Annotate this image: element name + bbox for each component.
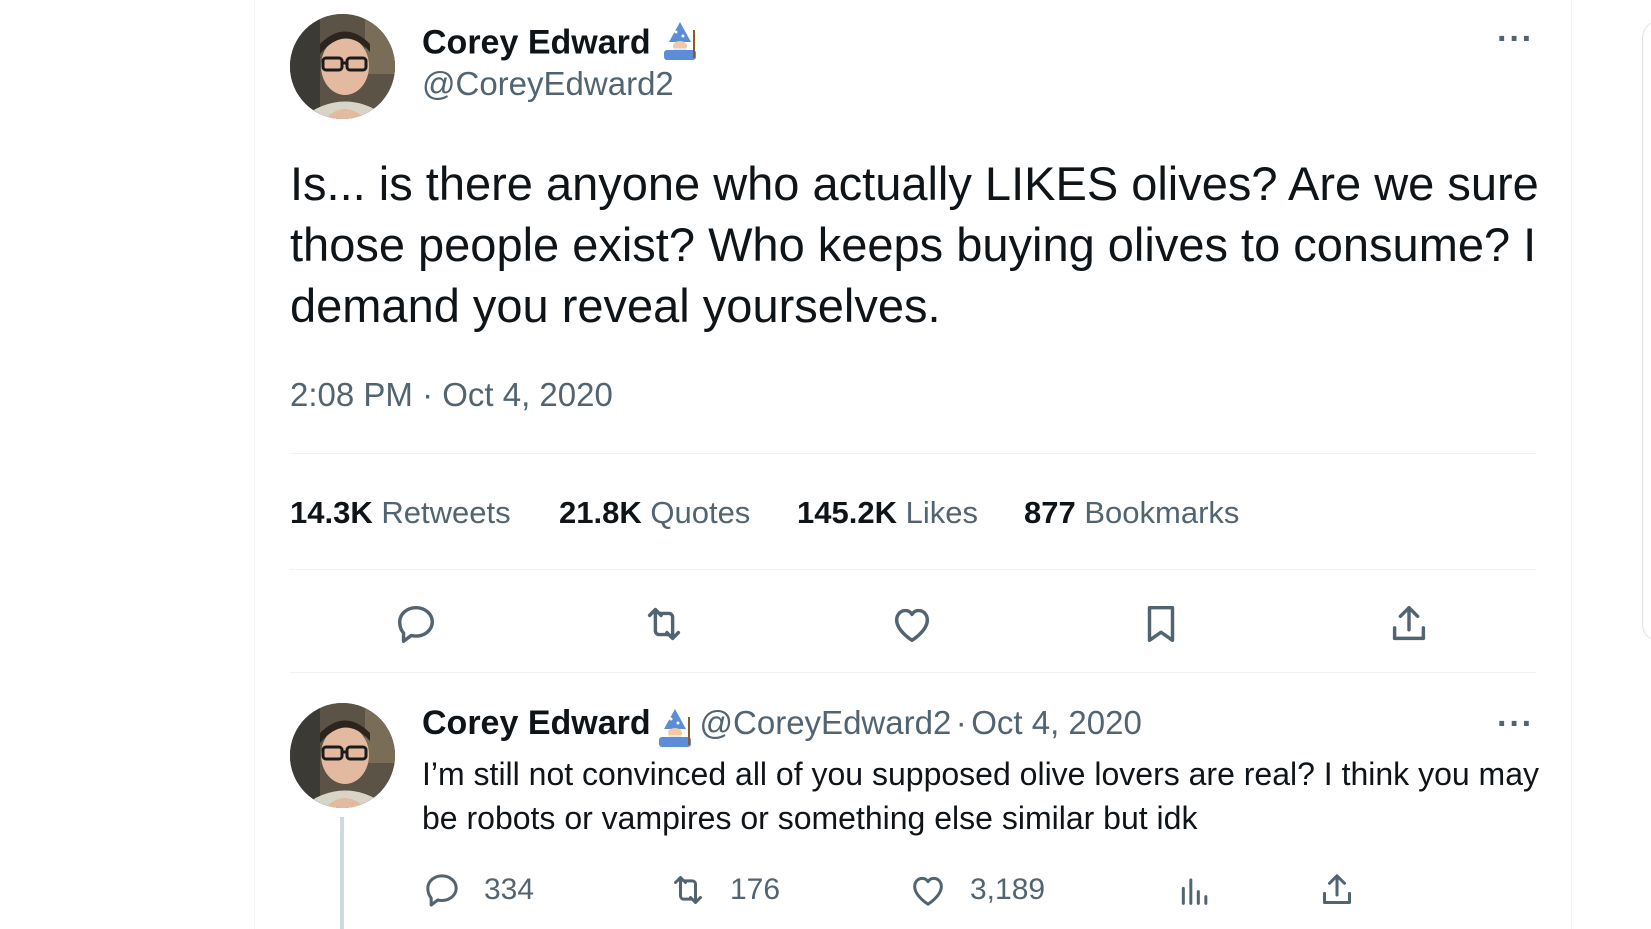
reply-separator: ·	[955, 704, 967, 741]
reply-button[interactable]	[388, 596, 444, 652]
share-button[interactable]	[1381, 596, 1437, 652]
mage-icon	[660, 20, 700, 69]
stat-likes[interactable]: 145.2K Likes	[797, 495, 978, 531]
reply-date[interactable]: Oct 4, 2020	[971, 704, 1142, 741]
analytics-icon	[1181, 878, 1208, 905]
like-icon	[913, 876, 943, 906]
stat-retweets-value: 14.3K	[290, 495, 373, 530]
bookmark-button[interactable]	[1133, 596, 1189, 652]
divider	[290, 672, 1536, 673]
stat-quotes[interactable]: 21.8K Quotes	[559, 495, 750, 531]
reply-author-handle[interactable]: @CoreyEdward2	[700, 704, 952, 741]
reply-like-button[interactable]: 3,189	[908, 870, 1045, 910]
author-name[interactable]: Corey Edward	[422, 20, 700, 69]
tweet-timestamp[interactable]: 2:08 PM · Oct 4, 2020	[290, 376, 613, 414]
side-card-edge	[1642, 20, 1651, 642]
reply-author-name[interactable]: Corey Edward	[422, 704, 651, 742]
like-icon	[894, 608, 930, 643]
reply-text: I’m still not convinced all of you suppo…	[422, 756, 1539, 836]
more-options-button[interactable]: ···	[1497, 20, 1534, 59]
stat-likes-label: Likes	[905, 495, 978, 530]
reply-analytics-button[interactable]	[1175, 870, 1215, 915]
stat-retweets-label: Retweets	[381, 495, 511, 530]
stat-bookmarks[interactable]: 877 Bookmarks	[1024, 495, 1239, 531]
reply-icon	[397, 605, 435, 643]
reply-header: Corey Edward @CoreyEdward2 · Oct 4, 2020	[422, 704, 1142, 752]
reply-icon	[426, 874, 458, 907]
share-icon	[1392, 605, 1426, 641]
divider	[290, 569, 1536, 570]
reply-more-options-button[interactable]: ···	[1497, 705, 1534, 744]
stat-bookmarks-value: 877	[1024, 495, 1076, 530]
reply-share-button[interactable]	[1317, 870, 1357, 915]
retweet-button[interactable]	[636, 596, 692, 652]
mage-icon	[655, 707, 695, 752]
divider	[290, 453, 1536, 454]
stat-quotes-value: 21.8K	[559, 495, 642, 530]
reply-author-avatar[interactable]	[290, 703, 395, 808]
reply-retweet-button[interactable]: 176	[668, 870, 780, 910]
retweet-icon	[674, 876, 702, 904]
author-handle[interactable]: @CoreyEdward2	[422, 65, 674, 103]
stat-quotes-label: Quotes	[650, 495, 751, 530]
stat-bookmarks-label: Bookmarks	[1084, 495, 1240, 530]
retweet-icon	[647, 607, 681, 641]
like-count: 3,189	[970, 873, 1046, 906]
share-icon	[1323, 874, 1351, 904]
tweet-text: Is... is there anyone who actually LIKES…	[290, 157, 1539, 332]
stat-likes-value: 145.2K	[797, 495, 897, 530]
author-avatar[interactable]	[290, 14, 395, 119]
thread-line	[340, 817, 344, 929]
like-button[interactable]	[884, 596, 940, 652]
stat-retweets[interactable]: 14.3K Retweets	[290, 495, 511, 531]
reply-count: 334	[484, 873, 535, 906]
retweet-count: 176	[730, 873, 781, 906]
reply-reply-button[interactable]: 334	[422, 870, 534, 910]
author-name-text: Corey Edward	[422, 23, 651, 62]
bookmark-icon	[1147, 605, 1175, 643]
